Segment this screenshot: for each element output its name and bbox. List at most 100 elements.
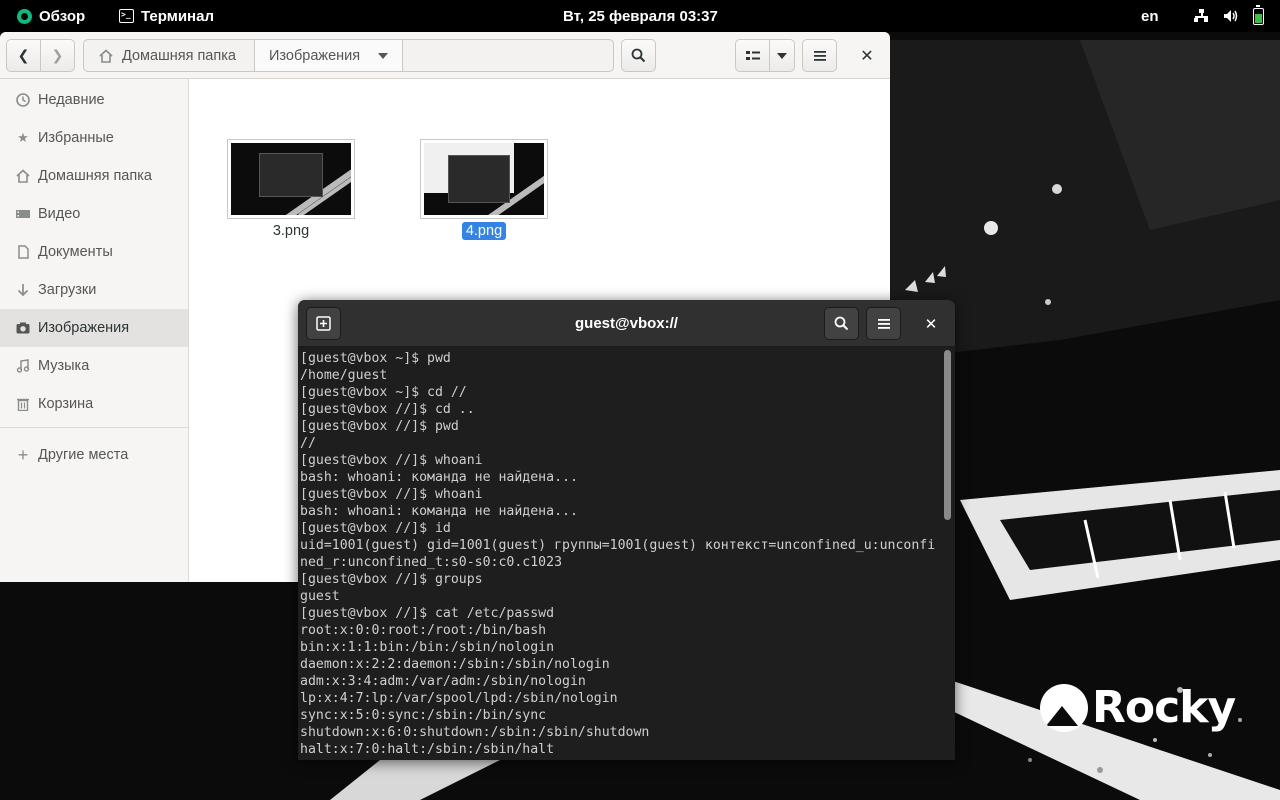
battery-icon: [1253, 4, 1264, 25]
terminal-line: /home/guest: [300, 368, 388, 383]
terminal-line: [guest@vbox //]$ whoani: [300, 453, 483, 468]
volume-icon: [1223, 9, 1239, 23]
files-close-button[interactable]: ✕: [852, 39, 882, 72]
file-name: 4.png: [461, 222, 507, 240]
network-wired-icon: [1193, 9, 1209, 23]
forward-button[interactable]: ❯: [40, 39, 75, 72]
rocky-logo: Rocky: [1040, 682, 1236, 733]
terminal-line: uid=1001(guest) gid=1001(guest) группы=1…: [300, 538, 936, 553]
breadcrumb-home-label: Домашняя папка: [122, 47, 236, 64]
sidebar-item-label: Загрузки: [38, 282, 97, 298]
activities-button[interactable]: Обзор: [17, 0, 85, 32]
terminal-line: lp:x:4:7:lp:/var/spool/lpd:/sbin/nologin: [300, 691, 618, 706]
app-menu-button[interactable]: >_ Терминал: [119, 0, 214, 32]
back-button[interactable]: ❮: [6, 39, 41, 72]
file-item[interactable]: 4.png: [420, 139, 548, 240]
terminal-line: [guest@vbox ~]$ pwd: [300, 351, 451, 366]
terminal-line: [guest@vbox //]$ pwd: [300, 419, 459, 434]
chevron-right-icon: ❯: [51, 47, 64, 63]
sidebar-item-label: Избранные: [38, 130, 114, 146]
terminal-line: bash: whoani: команда не найдена...: [300, 504, 578, 519]
home-icon: [16, 169, 30, 183]
new-tab-button[interactable]: [306, 307, 341, 340]
breadcrumb-current[interactable]: Изображения: [255, 40, 403, 71]
file-thumbnail: [420, 139, 548, 219]
breadcrumb-current-label: Изображения: [269, 47, 361, 64]
terminal-line: guest: [300, 589, 340, 604]
sidebar-separator: [0, 427, 188, 428]
places-sidebar: Недавние ★ Избранные Домашняя папка Виде…: [0, 79, 189, 582]
sidebar-item-label: Видео: [38, 206, 81, 222]
terminal-close-button[interactable]: ✕: [916, 307, 946, 340]
caret-down-icon: [777, 52, 787, 59]
top-bar: Обзор >_ Терминал Вт, 25 февраля 03:37 e…: [0, 0, 1280, 32]
sidebar-item-label: Другие места: [38, 447, 129, 463]
clock[interactable]: Вт, 25 февраля 03:37: [563, 0, 718, 32]
terminal-line: [guest@vbox //]$ cat /etc/passwd: [300, 606, 555, 621]
menu-button[interactable]: [802, 39, 837, 72]
files-headerbar: ❮ ❯ Домашняя папка Изображения ✕: [0, 32, 890, 79]
rocky-menu-icon: [17, 8, 32, 24]
terminal-line: [guest@vbox //]$ cd ..: [300, 402, 475, 417]
terminal-scrollbar[interactable]: [944, 350, 951, 520]
terminal-line: bin:x:1:1:bin:/bin:/sbin/nologin: [300, 640, 555, 655]
terminal-headerbar: guest@vbox:// ✕: [298, 300, 955, 347]
plus-icon: +: [17, 445, 29, 465]
terminal-line: sync:x:5:0:sync:/sbin:/bin/sync: [300, 708, 547, 723]
terminal-search-button[interactable]: [824, 307, 859, 340]
terminal-line: daemon:x:2:2:daemon:/sbin:/sbin/nologin: [300, 657, 610, 672]
terminal-line: [guest@vbox //]$ id: [300, 521, 451, 536]
rocky-logo-mark-icon: [1040, 683, 1088, 732]
home-icon: [99, 48, 113, 63]
activities-label: Обзор: [39, 7, 86, 25]
hamburger-icon: [877, 318, 890, 329]
trash-icon: [17, 398, 29, 411]
terminal-line: [guest@vbox //]$ whoani: [300, 487, 483, 502]
sidebar-item-pictures[interactable]: Изображения: [0, 309, 188, 347]
sidebar-item-recent[interactable]: Недавние: [0, 81, 188, 119]
terminal-output[interactable]: [guest@vbox ~]$ pwd /home/guest [guest@v…: [298, 348, 943, 760]
file-item[interactable]: 3.png: [227, 139, 355, 240]
download-icon: [17, 284, 29, 297]
hamburger-icon: [813, 50, 826, 61]
file-name: 3.png: [272, 223, 310, 239]
terminal-line: halt:x:7:0:halt:/sbin:/sbin/halt: [300, 742, 555, 757]
app-menu-label: Терминал: [141, 7, 214, 25]
view-options-button[interactable]: [769, 39, 795, 72]
sidebar-item-starred[interactable]: ★ Избранные: [0, 119, 188, 157]
search-button[interactable]: [621, 39, 656, 72]
terminal-line: //: [300, 436, 316, 451]
view-mode-button[interactable]: [735, 39, 770, 72]
star-icon: ★: [17, 130, 29, 145]
input-language-indicator[interactable]: en: [1141, 0, 1159, 32]
video-icon: [16, 210, 30, 218]
sidebar-item-label: Документы: [38, 244, 113, 260]
sidebar-item-videos[interactable]: Видео: [0, 195, 188, 233]
sidebar-item-label: Домашняя папка: [38, 168, 152, 184]
clock-icon: [16, 93, 30, 107]
sidebar-item-label: Музыка: [38, 358, 90, 374]
document-icon: [18, 245, 29, 259]
sidebar-item-trash[interactable]: Корзина: [0, 385, 188, 423]
rocky-logo-text: Rocky: [1092, 682, 1236, 733]
terminal-window: guest@vbox:// ✕ [guest@vbox ~]$ pwd /hom…: [298, 300, 955, 760]
terminal-line: adm:x:3:4:adm:/var/adm:/sbin/nologin: [300, 674, 586, 689]
terminal-line: [guest@vbox ~]$ cd //: [300, 385, 467, 400]
sidebar-item-label: Недавние: [38, 92, 105, 108]
terminal-line: ned_r:unconfined_t:s0-s0:c0.c1023: [300, 555, 563, 570]
search-icon: [631, 48, 646, 63]
system-menu[interactable]: [1193, 0, 1264, 32]
sidebar-item-downloads[interactable]: Загрузки: [0, 271, 188, 309]
sidebar-item-home[interactable]: Домашняя папка: [0, 157, 188, 195]
terminal-line: bash: whoani: команда не найдена...: [300, 470, 578, 485]
terminal-line: [guest@vbox //]$ groups: [300, 572, 483, 587]
sidebar-item-music[interactable]: Музыка: [0, 347, 188, 385]
sidebar-item-other-locations[interactable]: + Другие места: [0, 436, 188, 474]
terminal-line: root:x:0:0:root:/root:/bin/bash: [300, 623, 547, 638]
terminal-menu-button[interactable]: [866, 307, 901, 340]
close-icon: ✕: [860, 47, 874, 65]
breadcrumb-home[interactable]: Домашняя папка: [84, 40, 255, 71]
sidebar-item-documents[interactable]: Документы: [0, 233, 188, 271]
list-view-icon: [745, 50, 760, 60]
file-thumbnail: [227, 139, 355, 219]
